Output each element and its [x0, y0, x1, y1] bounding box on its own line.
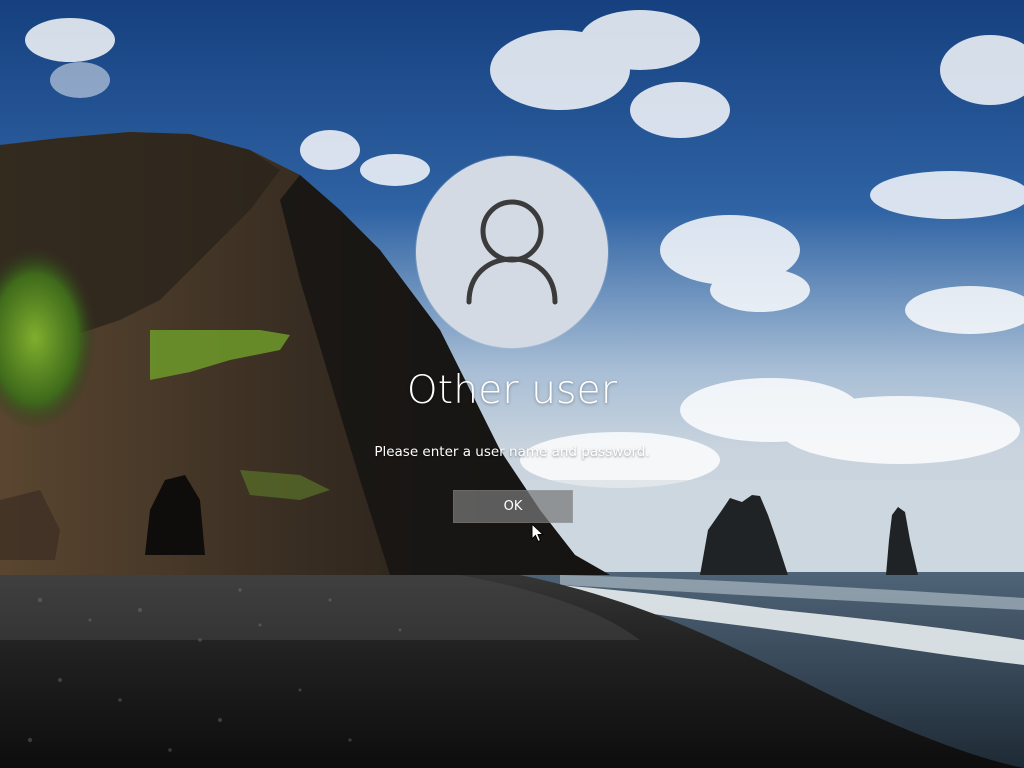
user-avatar: [416, 156, 608, 348]
login-message: Please enter a user name and password.: [374, 444, 650, 460]
ok-button[interactable]: OK: [453, 490, 573, 523]
mouse-cursor-icon: [531, 523, 545, 543]
user-name: Other user: [406, 368, 618, 413]
login-screen: Other user Please enter a user name and …: [0, 0, 1024, 768]
user-icon: [466, 199, 558, 305]
